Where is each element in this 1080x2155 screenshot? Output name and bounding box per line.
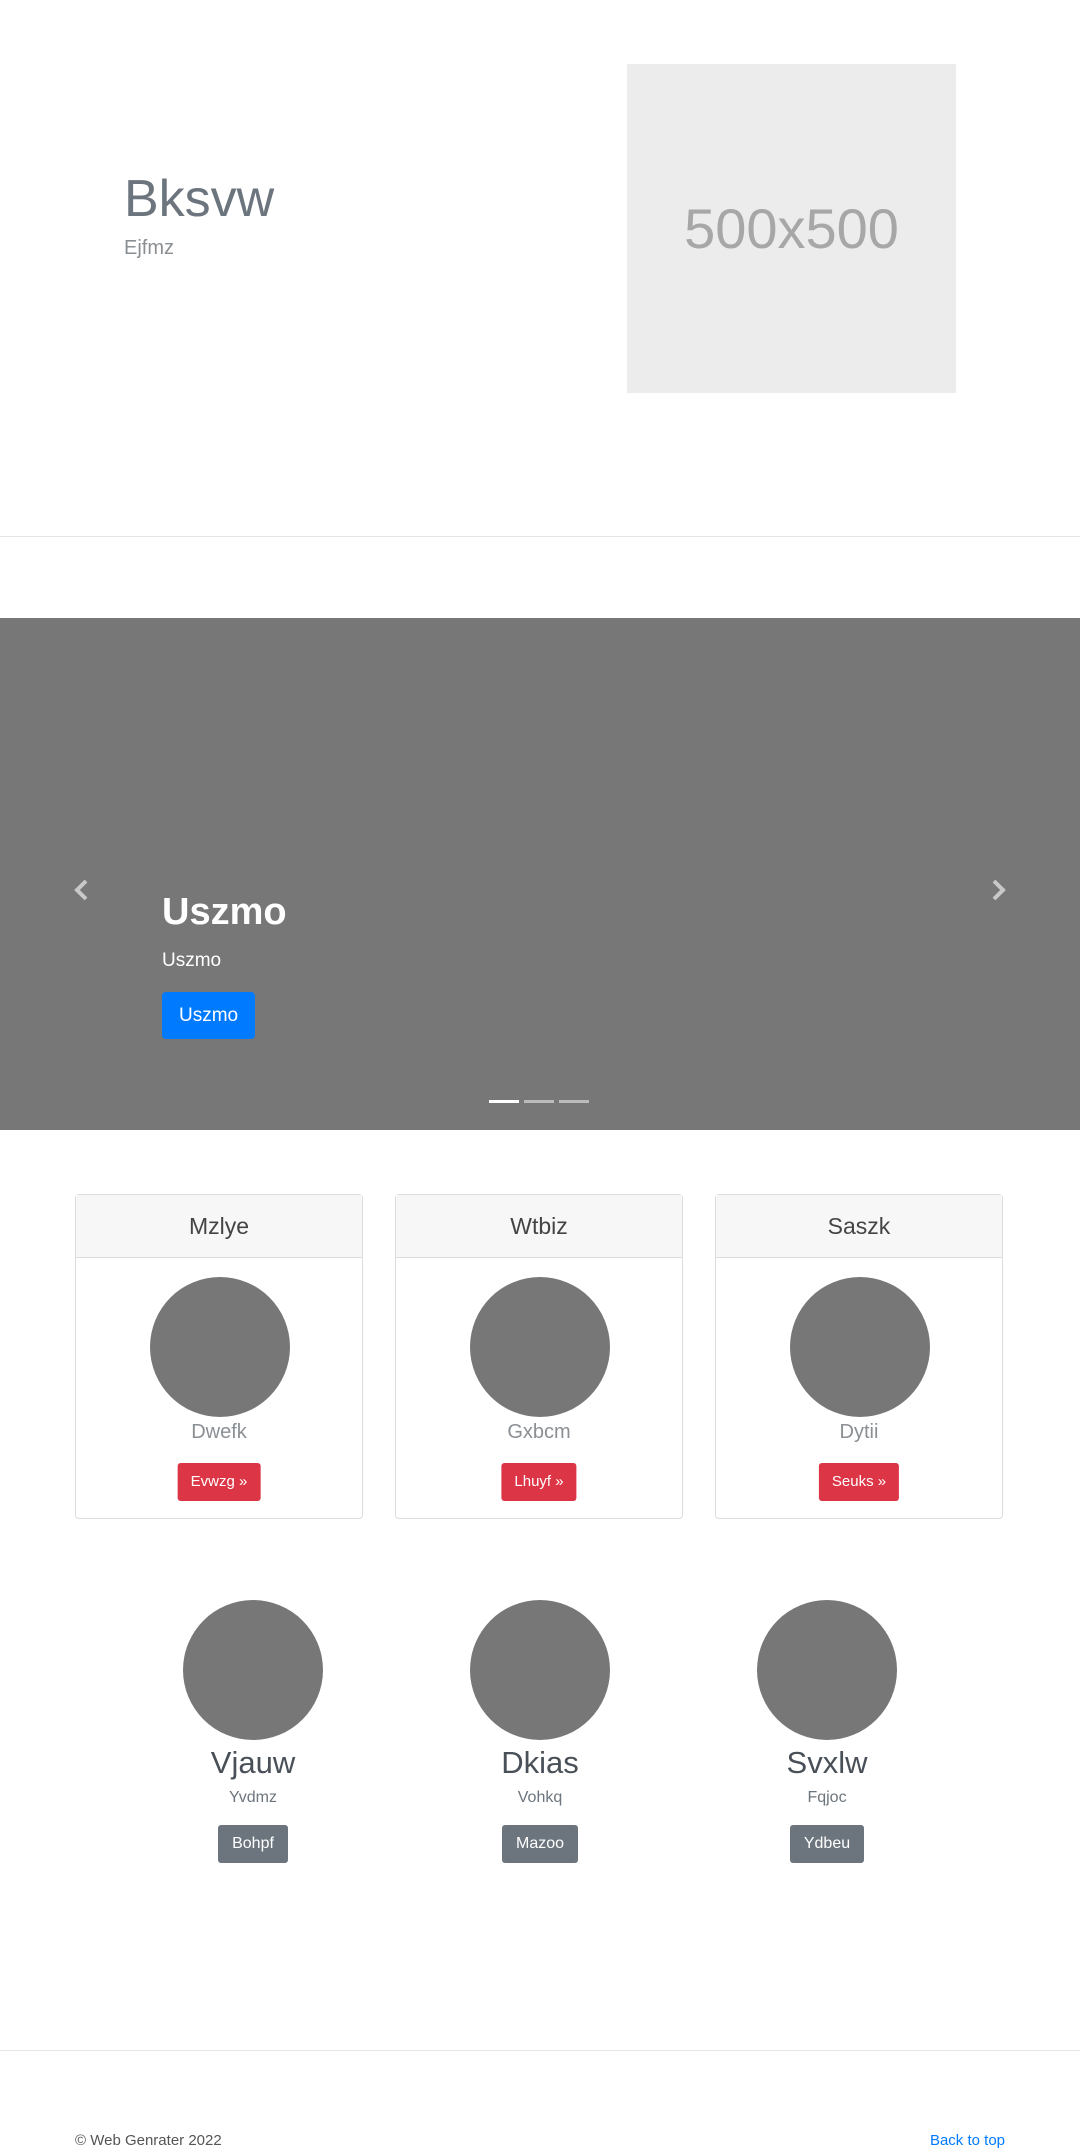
card-name: Gxbcm bbox=[507, 1421, 571, 1443]
carousel-title: Uszmo bbox=[162, 891, 287, 933]
carousel-button[interactable]: Uszmo bbox=[162, 991, 256, 1039]
card-button[interactable]: Evwzg » bbox=[177, 1463, 261, 1501]
carousel: Uszmo Uszmo Uszmo bbox=[0, 618, 1080, 1130]
avatar bbox=[183, 1600, 323, 1740]
hero-image-label: 500x500 bbox=[684, 197, 899, 260]
back-to-top-link[interactable]: Back to top bbox=[930, 2132, 1005, 2149]
card-header: Saszk bbox=[716, 1195, 1002, 1258]
avatar bbox=[757, 1600, 897, 1740]
team-button[interactable]: Ydbeu bbox=[789, 1825, 865, 1864]
team-member: Dkias Vohkq Mazoo bbox=[440, 1600, 640, 1864]
team-member: Svxlw Fqjoc Ydbeu bbox=[727, 1600, 927, 1864]
hero-image-placeholder: 500x500 bbox=[627, 64, 956, 393]
carousel-next-button[interactable] bbox=[978, 870, 1018, 910]
avatar bbox=[470, 1277, 610, 1417]
team-button[interactable]: Mazoo bbox=[501, 1825, 579, 1864]
carousel-caption: Uszmo Uszmo Uszmo bbox=[162, 890, 287, 1039]
team-name: Vjauw bbox=[210, 1745, 296, 1780]
team-name: Dkias bbox=[501, 1745, 579, 1780]
chevron-right-icon bbox=[992, 879, 1006, 901]
pricing-card: Mzlye Dwefk Evwzg » bbox=[75, 1194, 363, 1519]
team-role: Vohkq bbox=[517, 1789, 563, 1807]
carousel-indicator[interactable] bbox=[489, 1100, 519, 1103]
avatar bbox=[790, 1277, 930, 1417]
carousel-indicator[interactable] bbox=[524, 1100, 554, 1103]
team-role: Fqjoc bbox=[807, 1789, 847, 1807]
card-name: Dytii bbox=[839, 1421, 879, 1443]
team-button[interactable]: Bohpf bbox=[218, 1825, 288, 1864]
chevron-left-icon bbox=[74, 879, 88, 901]
card-header: Mzlye bbox=[76, 1195, 362, 1258]
pricing-card: Saszk Dytii Seuks » bbox=[715, 1194, 1003, 1519]
divider bbox=[0, 536, 1080, 537]
card-name: Dwefk bbox=[191, 1421, 247, 1443]
team-role: Yvdmz bbox=[228, 1789, 277, 1807]
card-button[interactable]: Lhuyf » bbox=[501, 1463, 577, 1501]
pricing-card: Wtbiz Gxbcm Lhuyf » bbox=[395, 1194, 683, 1519]
footer-copyright: © Web Genrater 2022 bbox=[75, 2132, 222, 2149]
carousel-indicators bbox=[489, 1100, 589, 1103]
card-header: Wtbiz bbox=[396, 1195, 682, 1258]
avatar bbox=[470, 1600, 610, 1740]
card-button[interactable]: Seuks » bbox=[818, 1463, 900, 1501]
hero-section: Bksvw Ejfmz 500x500 bbox=[0, 0, 1080, 536]
carousel-indicator[interactable] bbox=[559, 1100, 589, 1103]
carousel-prev-button[interactable] bbox=[62, 870, 102, 910]
team-name: Svxlw bbox=[786, 1745, 868, 1780]
avatar bbox=[150, 1277, 290, 1417]
carousel-text: Uszmo bbox=[162, 949, 222, 971]
footer-divider bbox=[0, 2050, 1080, 2051]
team-member: Vjauw Yvdmz Bohpf bbox=[153, 1600, 353, 1864]
hero-title: Bksvw bbox=[124, 170, 275, 228]
hero-subtitle: Ejfmz bbox=[124, 237, 174, 259]
